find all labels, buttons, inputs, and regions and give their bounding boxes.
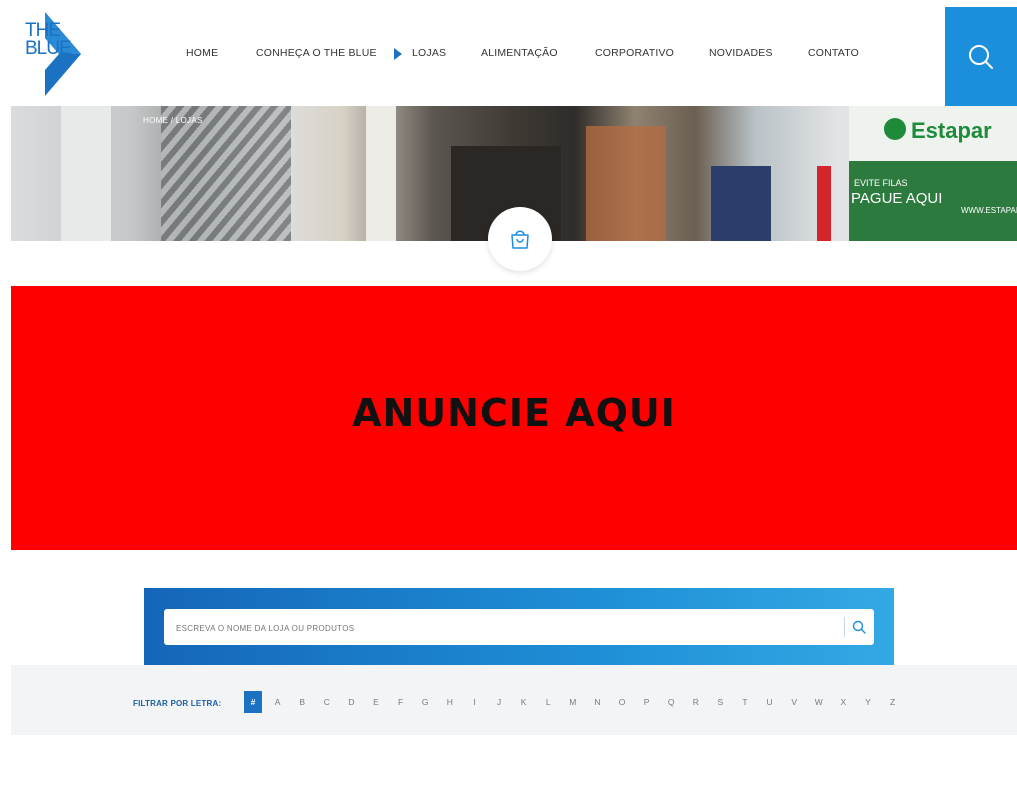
letter-filter-d[interactable]: D [342,691,360,713]
nav-alimentacao[interactable]: ALIMENTAÇÃO [481,47,558,59]
logo-text: THE BLUE [25,21,72,59]
the-blue-logo[interactable]: THE BLUE [19,12,81,96]
letter-filter-i[interactable]: I [465,691,483,713]
site-header: THE BLUE HOME CONHEÇA O THE BLUE LOJAS A… [11,7,1017,106]
letter-filter-o[interactable]: O [613,691,631,713]
letter-filter-l[interactable]: L [539,691,557,713]
nav-lojas[interactable]: LOJAS [412,47,446,59]
letter-filter-a[interactable]: A [269,691,287,713]
banner-ademilar-panel [711,166,771,241]
letter-filter-h[interactable]: H [441,691,459,713]
letter-filter-k[interactable]: K [515,691,533,713]
estapar-logo: Estapar [911,118,992,143]
letter-filter-x[interactable]: X [834,691,852,713]
letter-filter-m[interactable]: M [564,691,582,713]
search-icon [969,44,993,69]
store-search-panel [144,588,894,665]
letter-filter-v[interactable]: V [785,691,803,713]
letter-filter-e[interactable]: E [367,691,385,713]
letter-filter-f[interactable]: F [392,691,410,713]
letter-filter-j[interactable]: J [490,691,508,713]
banner-pillar-2 [366,106,396,241]
estapar-sign-url: WWW.ESTAPAR.C [961,206,1017,215]
letter-filter-b[interactable]: B [293,691,311,713]
breadcrumb-lojas[interactable]: LOJAS [176,116,203,125]
letter-filter-hash[interactable]: # [244,691,262,713]
letter-filter-u[interactable]: U [761,691,779,713]
banner-fire-extinguisher [817,166,831,241]
shopping-bag-badge [488,207,552,271]
letter-filter-r[interactable]: R [687,691,705,713]
letter-filter-g[interactable]: G [416,691,434,713]
estapar-p-icon [884,118,906,140]
search-icon [852,620,866,634]
filter-label: FILTRAR POR LETRA: [133,699,222,708]
banner-pillar [61,106,111,241]
store-search-input[interactable] [174,617,838,639]
letter-filter-t[interactable]: T [736,691,754,713]
letter-filter-bar: FILTRAR POR LETRA: # A B C D E F G H I J K L M N O P Q R S T… [11,665,1017,735]
breadcrumb: HOME / LOJAS [143,116,203,125]
letter-filter-y[interactable]: Y [859,691,877,713]
banner-store-orange [586,126,666,241]
advertisement-banner[interactable]: ANUNCIE AQUI [11,286,1017,550]
nav-conheca-the-blue[interactable]: CONHEÇA O THE BLUE [256,47,377,59]
logo-line-2: BLUE [25,38,72,59]
nav-novidades[interactable]: NOVIDADES [709,47,773,59]
letter-filter-w[interactable]: W [810,691,828,713]
nav-home[interactable]: HOME [186,47,218,59]
page: THE BLUE HOME CONHEÇA O THE BLUE LOJAS A… [11,7,1017,789]
shopping-bag-icon [511,230,529,249]
breadcrumb-home[interactable]: HOME [143,116,168,125]
store-search-box [164,609,874,645]
search-divider [844,617,845,637]
store-search-button[interactable] [848,617,870,637]
nav-corporativo[interactable]: CORPORATIVO [595,47,674,59]
letter-filter-s[interactable]: S [711,691,729,713]
active-nav-arrow-icon [394,48,402,60]
letter-filter-c[interactable]: C [318,691,336,713]
letter-filter-p[interactable]: P [638,691,656,713]
ad-text: ANUNCIE AQUI [352,391,676,435]
letter-filter-z[interactable]: Z [884,691,902,713]
nav-contato[interactable]: CONTATO [808,47,859,59]
letter-filter-n[interactable]: N [588,691,606,713]
estapar-sign-big: PAGUE AQUI [851,190,943,207]
letter-filter-q[interactable]: Q [662,691,680,713]
estapar-sign-small: EVITE FILAS [854,178,908,188]
header-search-button[interactable] [945,7,1017,106]
banner-escalator [161,106,291,241]
